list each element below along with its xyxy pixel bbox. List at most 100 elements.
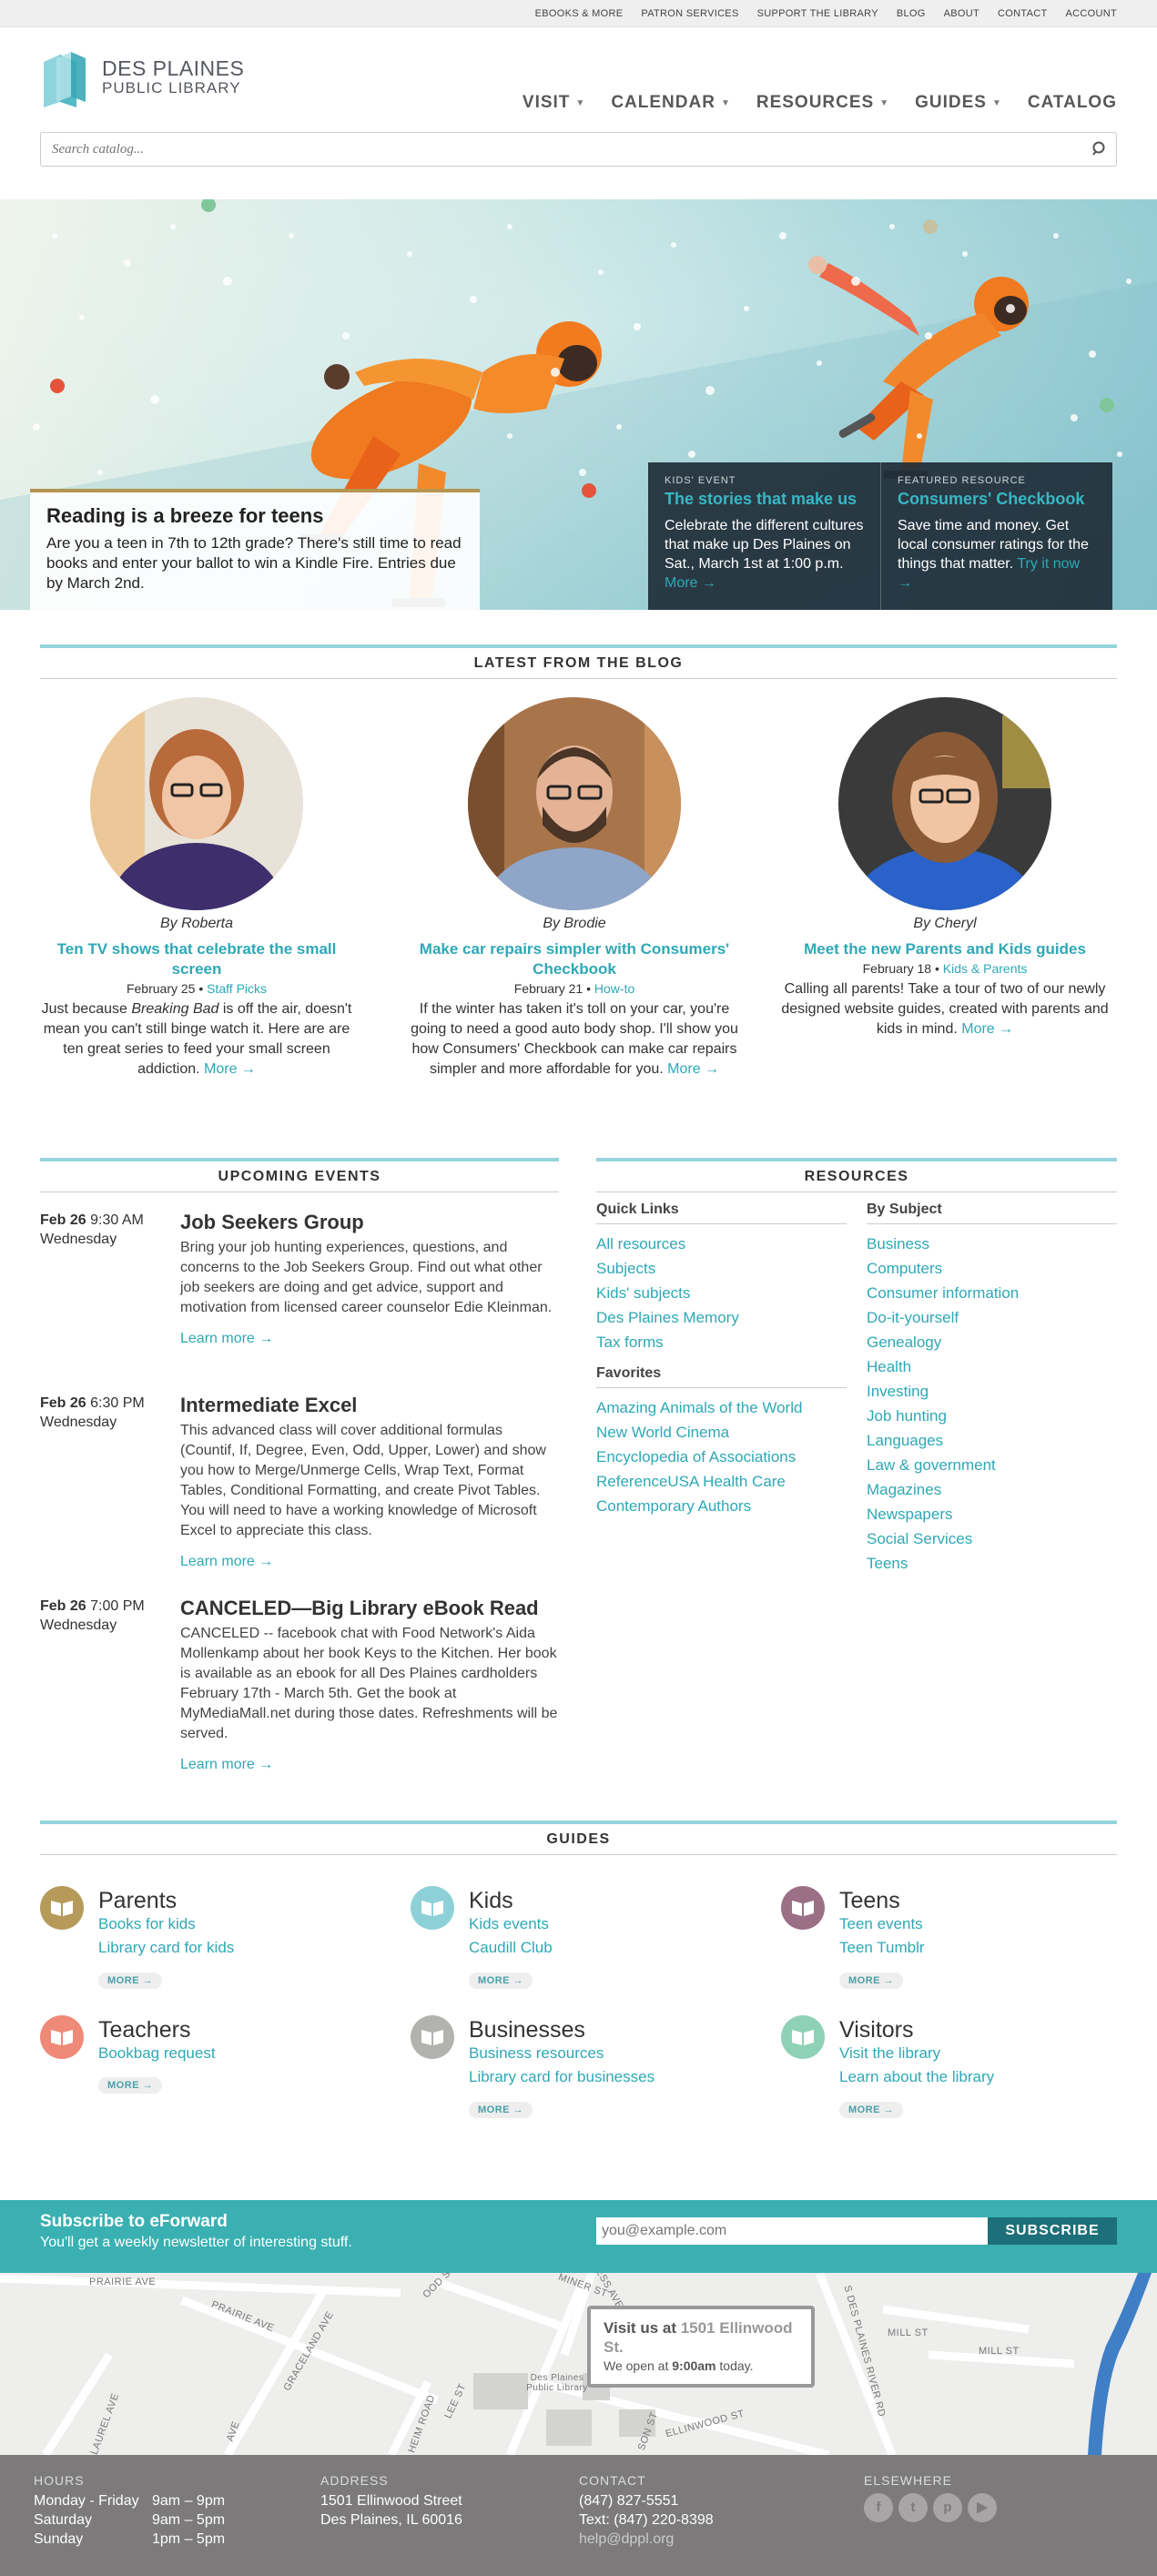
guide-more-button[interactable]: MORE → xyxy=(98,1973,163,1989)
subject-link[interactable]: Health xyxy=(867,1354,1117,1379)
event-learn-more-link[interactable]: Learn more → xyxy=(180,1331,559,1347)
contact-text[interactable]: Text: (847) 220-8398 xyxy=(579,2510,714,2530)
twitter-icon[interactable]: t xyxy=(898,2493,928,2522)
guide-more-button[interactable]: MORE → xyxy=(839,1973,904,1989)
guide-title[interactable]: Kids xyxy=(469,1888,513,1914)
search-input[interactable] xyxy=(41,133,1061,166)
promo-featured-resource[interactable]: FEATURED RESOURCE Consumers' Checkbook S… xyxy=(880,462,1112,610)
subject-link[interactable]: Investing xyxy=(867,1379,1117,1404)
subject-link[interactable]: Social Services xyxy=(867,1526,1117,1551)
guide-title[interactable]: Visitors xyxy=(839,2017,914,2044)
blog-title-link[interactable]: Meet the new Parents and Kids guides xyxy=(781,939,1109,959)
subject-link[interactable]: Consumer information xyxy=(867,1281,1117,1305)
nav-guides[interactable]: GUIDES ▼ xyxy=(915,93,1002,113)
resource-link[interactable]: Contemporary Authors xyxy=(596,1494,847,1518)
guide-link[interactable]: Library card for businesses xyxy=(469,2068,655,2086)
event-title-link[interactable]: CANCELED—Big Library eBook Read xyxy=(180,1597,559,1620)
event-title-link[interactable]: Intermediate Excel xyxy=(180,1394,559,1417)
resource-link[interactable]: Des Plaines Memory xyxy=(596,1305,847,1330)
guide-link[interactable]: Business resources xyxy=(469,2044,604,2063)
open-book-icon[interactable] xyxy=(781,1886,825,1930)
guide-link[interactable]: Books for kids xyxy=(98,1915,196,1933)
contact-phone[interactable]: (847) 827-5551 xyxy=(579,2491,714,2510)
guide-link[interactable]: Visit the library xyxy=(839,2044,940,2063)
library-logo[interactable]: DES PLAINES PUBLIC LIBRARY xyxy=(40,49,244,107)
guide-title[interactable]: Teachers xyxy=(98,2017,190,2044)
resource-link[interactable]: New World Cinema xyxy=(596,1420,847,1445)
subject-link[interactable]: Do-it-yourself xyxy=(867,1305,1117,1330)
open-book-icon[interactable] xyxy=(40,2015,84,2059)
resource-link[interactable]: Subjects xyxy=(596,1256,847,1281)
search-icon[interactable] xyxy=(1091,140,1109,158)
promo-more-link[interactable]: More → xyxy=(665,575,716,591)
blog-category-link[interactable]: Kids & Parents xyxy=(943,961,1028,976)
author-photo[interactable] xyxy=(90,697,303,910)
open-book-icon[interactable] xyxy=(411,2015,454,2059)
blog-more-link[interactable]: More → xyxy=(667,1061,719,1077)
guide-link[interactable]: Kids events xyxy=(469,1915,549,1933)
pinterest-icon[interactable]: p xyxy=(933,2493,962,2522)
blog-category-link[interactable]: Staff Picks xyxy=(207,981,267,996)
author-photo[interactable] xyxy=(468,697,681,910)
open-book-icon[interactable] xyxy=(40,1886,84,1930)
guide-more-button[interactable]: MORE → xyxy=(839,2102,904,2118)
guide-link[interactable]: Teen Tumblr xyxy=(839,1939,925,1957)
guide-title[interactable]: Teens xyxy=(839,1888,900,1914)
resource-link[interactable]: Tax forms xyxy=(596,1330,847,1354)
resource-link[interactable]: Encyclopedia of Associations xyxy=(596,1445,847,1469)
blog-title-link[interactable]: Ten TV shows that celebrate the small sc… xyxy=(33,939,360,979)
guide-link[interactable]: Learn about the library xyxy=(839,2068,994,2086)
open-book-icon[interactable] xyxy=(781,2015,825,2059)
guide-link[interactable]: Teen events xyxy=(839,1915,923,1933)
promo-kids-event[interactable]: KIDS' EVENT The stories that make us Cel… xyxy=(648,462,880,610)
util-link-ebooks[interactable]: EBOOKS & MORE xyxy=(535,8,624,19)
nav-catalog[interactable]: CATALOG xyxy=(1028,93,1117,113)
subject-link[interactable]: Newspapers xyxy=(867,1502,1117,1526)
subscribe-button[interactable]: SUBSCRIBE xyxy=(988,2217,1117,2245)
subject-link[interactable]: Job hunting xyxy=(867,1404,1117,1428)
util-link-blog[interactable]: BLOG xyxy=(897,8,926,19)
subject-link[interactable]: Computers xyxy=(867,1256,1117,1281)
subject-link[interactable]: Genealogy xyxy=(867,1330,1117,1354)
open-book-icon[interactable] xyxy=(411,1886,454,1930)
event-learn-more-link[interactable]: Learn more → xyxy=(180,1554,559,1570)
subject-link[interactable]: Teens xyxy=(867,1551,1117,1576)
resource-link[interactable]: All resources xyxy=(596,1232,847,1256)
nav-calendar[interactable]: CALENDAR ▼ xyxy=(611,93,731,113)
subject-link[interactable]: Law & government xyxy=(867,1453,1117,1477)
contact-email-link[interactable]: help@dppl.org xyxy=(579,2530,714,2549)
util-link-contact[interactable]: CONTACT xyxy=(998,8,1047,19)
nav-visit[interactable]: VISIT ▼ xyxy=(523,93,585,113)
hero-caption[interactable]: Reading is a breeze for teens Are you a … xyxy=(30,489,480,610)
facebook-icon[interactable]: f xyxy=(864,2493,893,2522)
author-photo[interactable] xyxy=(838,697,1051,910)
guide-more-button[interactable]: MORE → xyxy=(469,2102,533,2118)
resource-link[interactable]: Amazing Animals of the World xyxy=(596,1395,847,1420)
map-popup[interactable]: Visit us at 1501 Ellinwood St. We open a… xyxy=(587,2306,815,2388)
guide-link[interactable]: Library card for kids xyxy=(98,1939,234,1957)
guide-title[interactable]: Parents xyxy=(98,1888,177,1914)
blog-category-link[interactable]: How-to xyxy=(594,981,634,996)
email-field[interactable] xyxy=(596,2217,988,2245)
resource-link[interactable]: ReferenceUSA Health Care xyxy=(596,1469,847,1494)
guide-link[interactable]: Caudill Club xyxy=(469,1939,553,1957)
location-map[interactable]: PRAIRIE AVE PRAIRIE AVE GRACELAND AVE LA… xyxy=(0,2273,1157,2455)
youtube-icon[interactable]: ▶ xyxy=(968,2493,997,2522)
guide-more-button[interactable]: MORE → xyxy=(469,1973,533,1989)
guide-more-button[interactable]: MORE → xyxy=(98,2077,163,2094)
event-title-link[interactable]: Job Seekers Group xyxy=(180,1211,559,1234)
guide-link[interactable]: Bookbag request xyxy=(98,2044,216,2063)
event-learn-more-link[interactable]: Learn more → xyxy=(180,1757,559,1773)
guide-title[interactable]: Businesses xyxy=(469,2017,585,2044)
resource-link[interactable]: Kids' subjects xyxy=(596,1281,847,1305)
blog-title-link[interactable]: Make car repairs simpler with Consumers'… xyxy=(411,939,738,979)
subject-link[interactable]: Magazines xyxy=(867,1477,1117,1502)
util-link-about[interactable]: ABOUT xyxy=(944,8,979,19)
blog-more-link[interactable]: More → xyxy=(204,1061,256,1077)
subject-link[interactable]: Languages xyxy=(867,1428,1117,1453)
util-link-support[interactable]: SUPPORT THE LIBRARY xyxy=(757,8,878,19)
nav-resources[interactable]: RESOURCES ▼ xyxy=(756,93,889,113)
util-link-account[interactable]: ACCOUNT xyxy=(1066,8,1118,19)
blog-more-link[interactable]: More → xyxy=(961,1021,1013,1037)
util-link-patron-services[interactable]: PATRON SERVICES xyxy=(641,8,738,19)
